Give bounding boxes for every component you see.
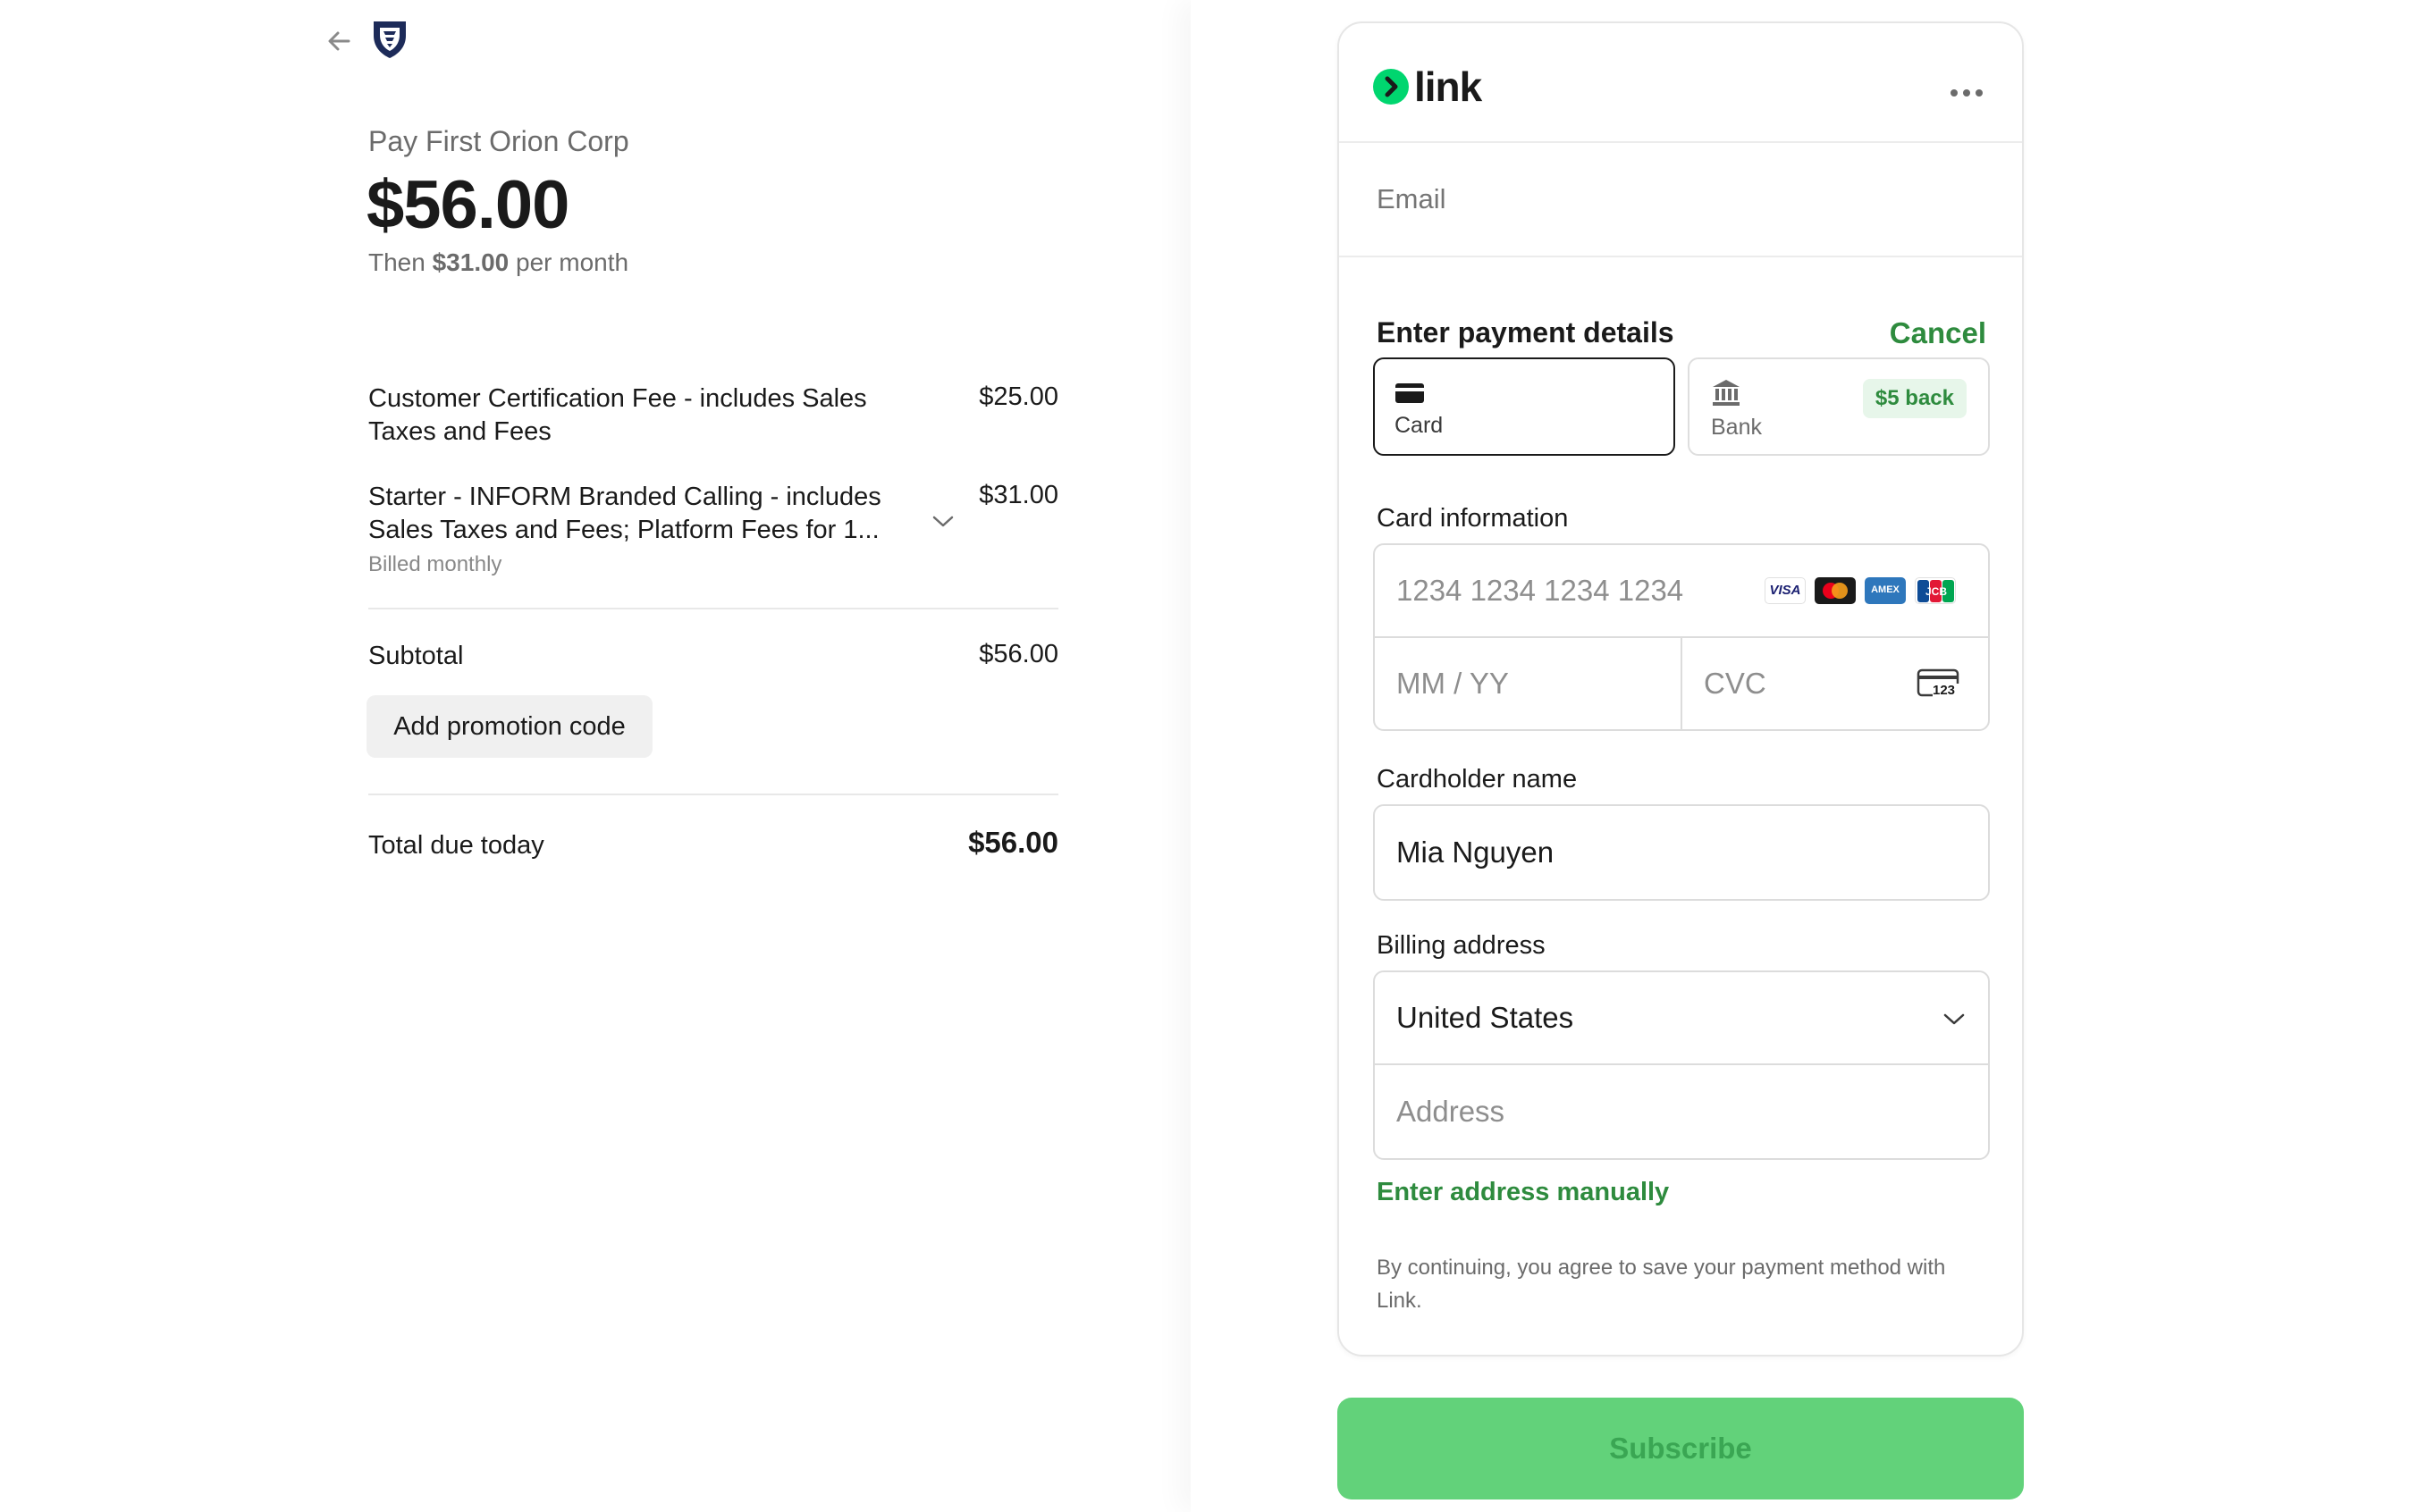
subtotal-label: Subtotal <box>368 642 464 670</box>
add-promotion-code-button[interactable]: Add promotion code <box>367 695 653 758</box>
tab-card[interactable]: Card <box>1373 357 1675 456</box>
divider <box>1339 256 2022 257</box>
merchant-shield-logo-icon <box>370 18 409 61</box>
more-options-icon[interactable] <box>1947 84 1986 102</box>
expiry-input[interactable] <box>1373 636 1682 731</box>
cardholder-name-label: Cardholder name <box>1377 765 1578 794</box>
recurring-price-note: Then $31.00 per month <box>368 248 629 276</box>
divider <box>368 794 1058 795</box>
line-item: Starter - INFORM Branded Calling - inclu… <box>368 481 940 577</box>
bank-icon <box>1711 377 1741 407</box>
order-summary-panel: Pay First Orion Corp $56.00 Then $31.00 … <box>0 0 1191 1512</box>
cvc-card-icon: 123 <box>1917 668 1959 699</box>
tab-card-label: Card <box>1394 413 1444 438</box>
total-amount: $56.00 <box>367 167 569 243</box>
country-select[interactable]: United States <box>1373 970 1990 1065</box>
line-item-name-line2: Taxes and Fees <box>368 417 552 446</box>
tab-bank-label: Bank <box>1711 415 1762 440</box>
billing-frequency: Billed monthly <box>368 552 502 576</box>
card-information-label: Card information <box>1377 504 1569 533</box>
link-consent-text: By continuing, you agree to save your pa… <box>1377 1256 1946 1313</box>
credit-card-icon <box>1394 382 1425 404</box>
pay-merchant-label: Pay First Orion Corp <box>368 125 629 157</box>
subscribe-button[interactable]: Subscribe <box>1337 1398 2024 1499</box>
line-item-price: $31.00 <box>979 481 1058 509</box>
recurring-amount: $31.00 <box>432 248 510 276</box>
subtotal-value: $56.00 <box>979 640 1058 668</box>
cancel-link[interactable]: Cancel <box>1890 316 1986 350</box>
amex-icon: AMEX <box>1865 577 1906 604</box>
divider <box>368 608 1058 609</box>
chevron-down-icon <box>1942 1001 1967 1035</box>
billing-address-label: Billing address <box>1377 931 1546 960</box>
country-value: United States <box>1396 1001 1574 1034</box>
line-item-name-line1: Customer Certification Fee - includes Sa… <box>368 384 867 413</box>
expand-chevron-down-icon[interactable] <box>930 513 956 531</box>
payment-details-title: Enter payment details <box>1377 316 1674 349</box>
link-payment-card: link Enter payment details Cancel Card B… <box>1337 21 2024 1357</box>
link-wordmark: link <box>1414 63 1482 110</box>
tab-bank[interactable]: Bank $5 back <box>1688 357 1990 456</box>
address-input[interactable] <box>1373 1063 1990 1160</box>
jcb-icon: JCB <box>1915 577 1956 604</box>
cashback-badge: $5 back <box>1862 379 1967 418</box>
total-due-label: Total due today <box>368 831 544 860</box>
back-arrow-icon[interactable] <box>322 25 358 57</box>
line-item-price: $25.00 <box>979 382 1058 411</box>
cardholder-name-input[interactable] <box>1373 804 1990 901</box>
link-logo: link <box>1373 63 1482 111</box>
visa-icon: VISA <box>1765 577 1806 604</box>
link-chevron-icon <box>1373 69 1409 105</box>
line-item: Customer Certification Fee - includes Sa… <box>368 382 940 449</box>
line-item-name-line2: Sales Taxes and Fees; Platform Fees for … <box>368 516 880 544</box>
line-item-name-line1: Starter - INFORM Branded Calling - inclu… <box>368 483 881 511</box>
mastercard-icon <box>1815 577 1856 604</box>
total-due-value: $56.00 <box>968 826 1058 859</box>
email-input[interactable] <box>1339 143 2022 256</box>
enter-address-manually-link[interactable]: Enter address manually <box>1377 1178 1669 1207</box>
